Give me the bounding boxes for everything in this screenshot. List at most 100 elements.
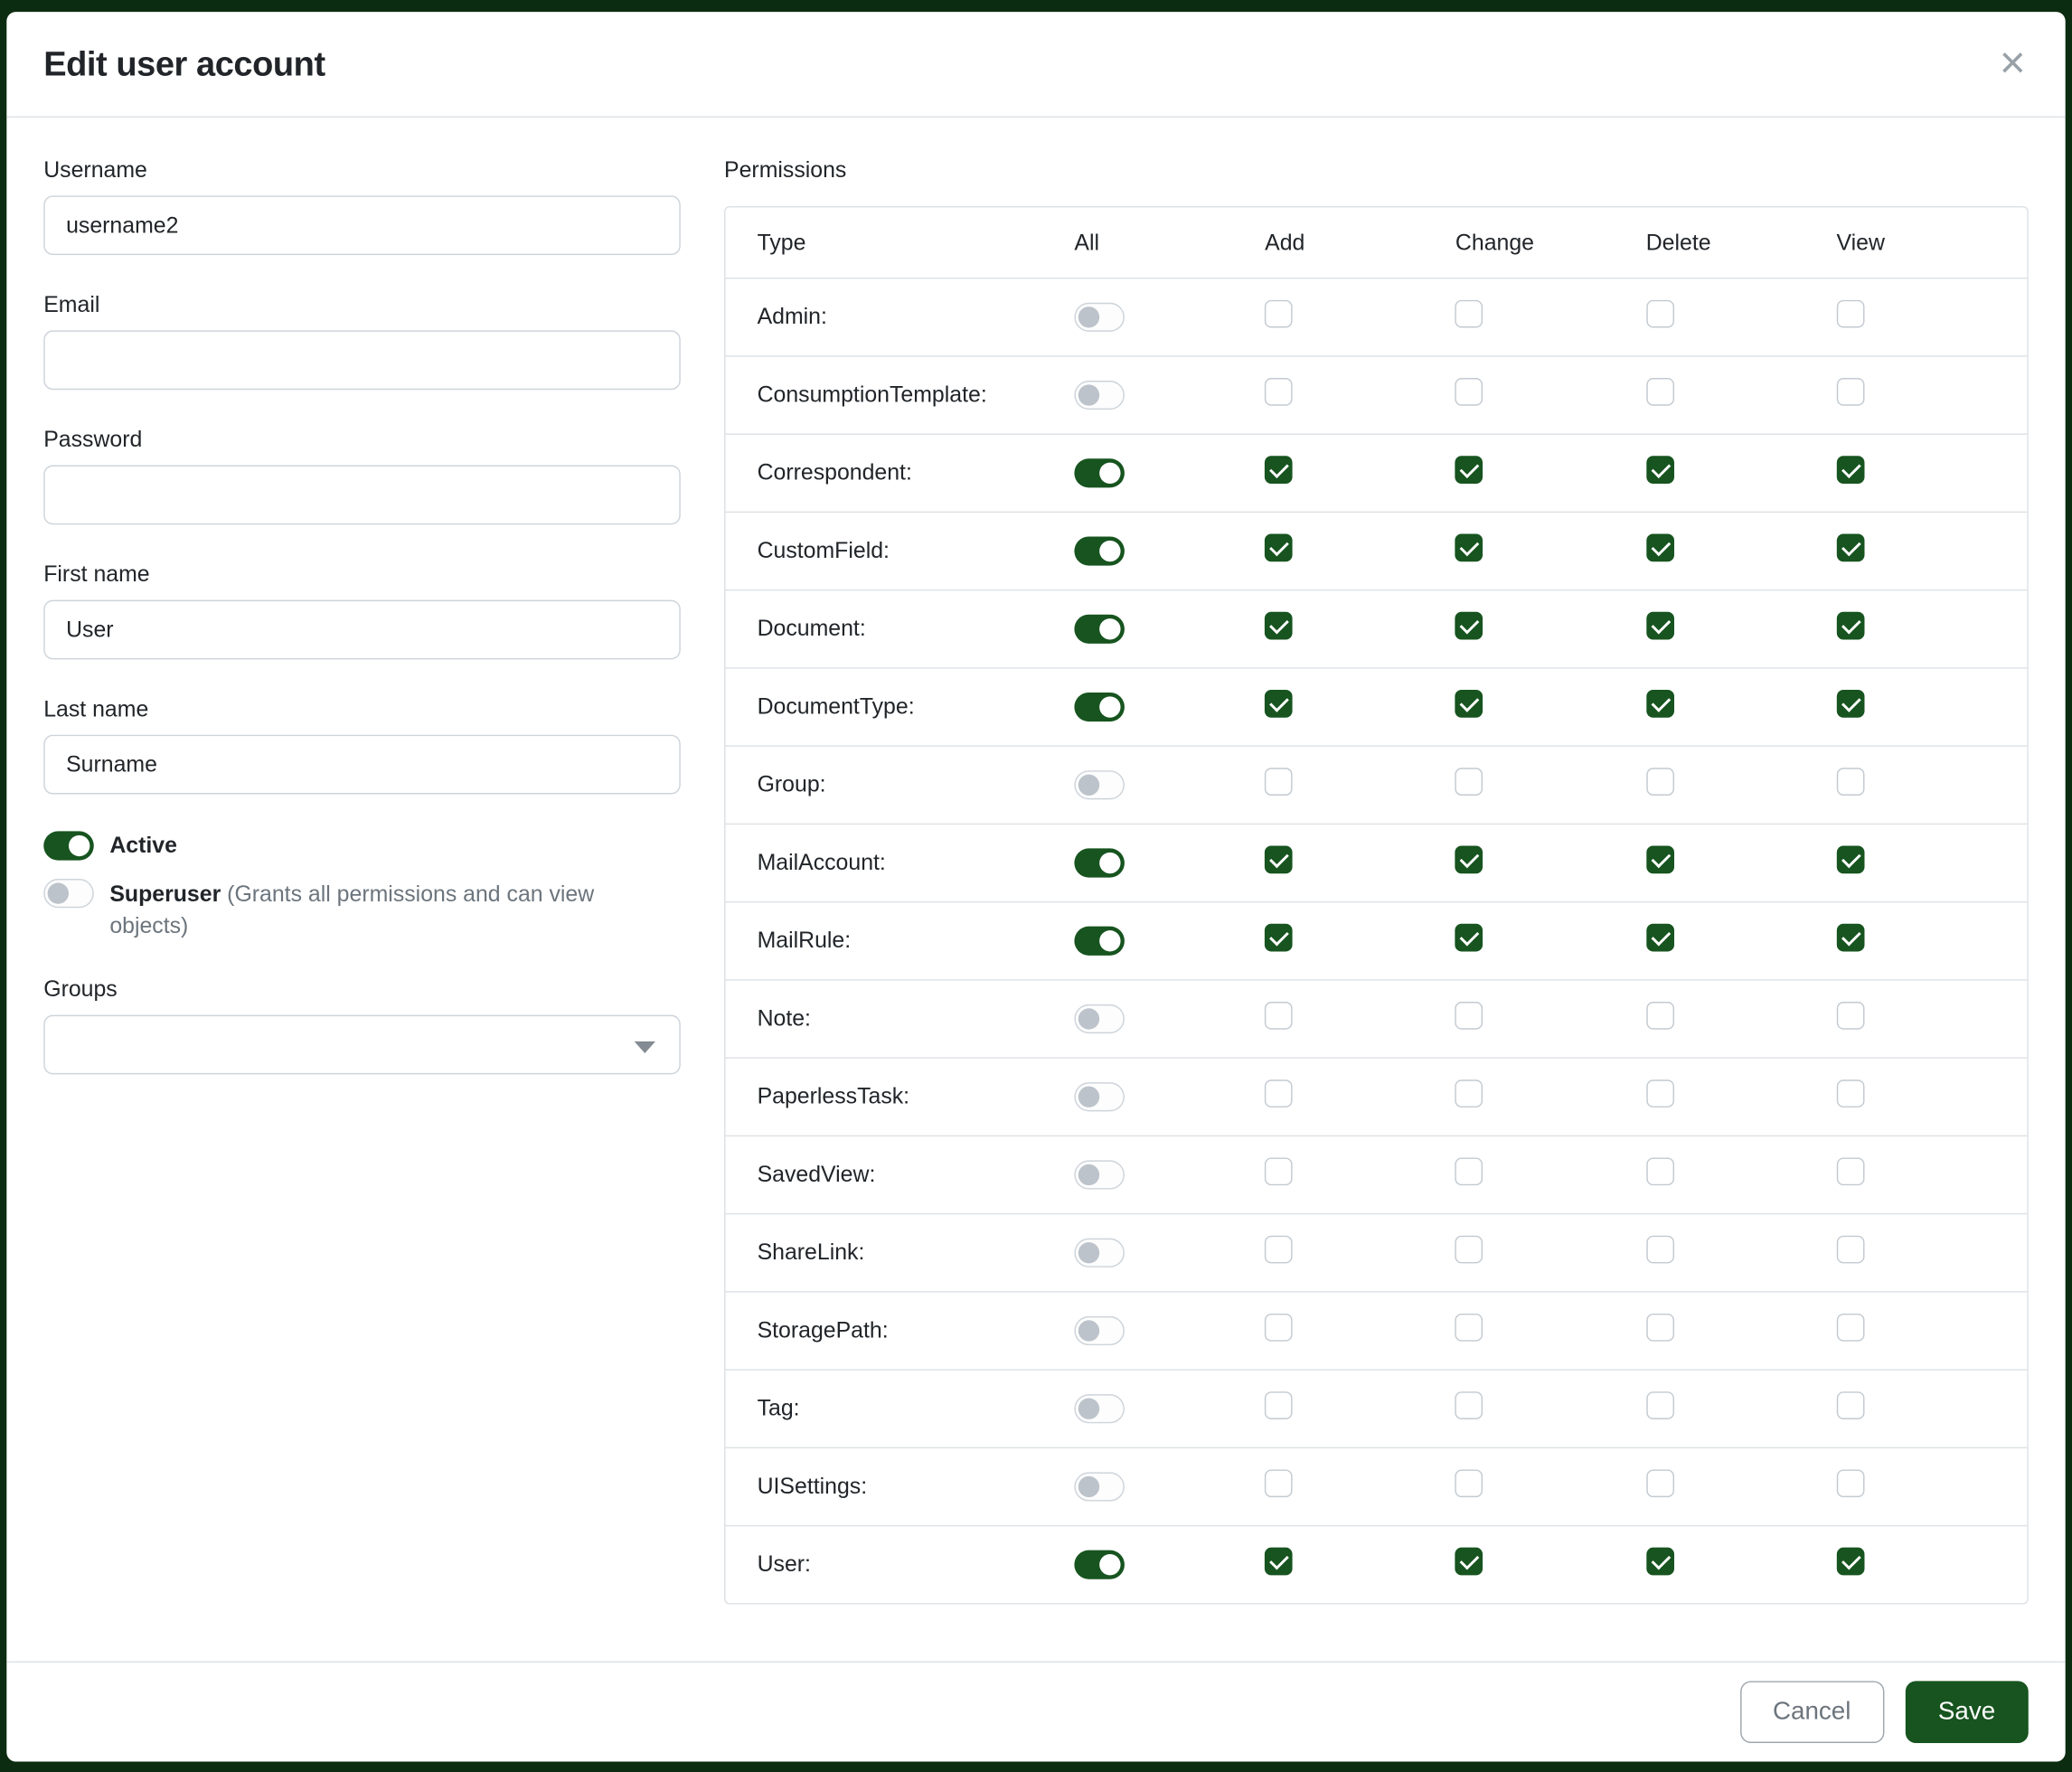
permission-delete-checkbox[interactable] [1646, 1548, 1674, 1576]
permission-add-checkbox[interactable] [1265, 846, 1293, 874]
permission-add-checkbox[interactable] [1265, 1236, 1293, 1264]
permission-delete-checkbox[interactable] [1646, 768, 1674, 796]
permission-view-checkbox[interactable] [1837, 768, 1865, 796]
permission-delete-checkbox[interactable] [1646, 1236, 1674, 1264]
permission-all-toggle[interactable] [1074, 381, 1125, 410]
permission-add-checkbox[interactable] [1265, 1002, 1293, 1030]
permission-delete-checkbox[interactable] [1646, 1469, 1674, 1497]
permission-change-checkbox[interactable] [1455, 612, 1483, 640]
last-name-field[interactable] [43, 735, 681, 795]
permission-change-checkbox[interactable] [1455, 378, 1483, 406]
column-header-delete: Delete [1646, 230, 1837, 256]
first-name-field[interactable] [43, 600, 681, 660]
permission-delete-checkbox[interactable] [1646, 1157, 1674, 1185]
permission-change-checkbox[interactable] [1455, 1314, 1483, 1342]
permission-change-checkbox[interactable] [1455, 1002, 1483, 1030]
permission-all-toggle[interactable] [1074, 1472, 1125, 1501]
permission-view-checkbox[interactable] [1837, 1002, 1865, 1030]
permission-add-checkbox[interactable] [1265, 1079, 1293, 1108]
permission-all-toggle[interactable] [1074, 1004, 1125, 1033]
permission-view-checkbox[interactable] [1837, 300, 1865, 328]
save-button[interactable]: Save [1905, 1681, 2028, 1743]
permission-delete-checkbox[interactable] [1646, 1314, 1674, 1342]
permission-view-checkbox[interactable] [1837, 612, 1865, 640]
permission-change-checkbox[interactable] [1455, 1469, 1483, 1497]
permission-all-toggle[interactable] [1074, 536, 1125, 565]
permission-change-checkbox[interactable] [1455, 690, 1483, 718]
permission-change-checkbox[interactable] [1455, 1548, 1483, 1576]
permission-add-checkbox[interactable] [1265, 612, 1293, 640]
permission-add-checkbox[interactable] [1265, 690, 1293, 718]
permission-delete-checkbox[interactable] [1646, 378, 1674, 406]
permission-view-checkbox[interactable] [1837, 924, 1865, 952]
permission-all-toggle[interactable] [1074, 927, 1125, 956]
permission-all-toggle[interactable] [1074, 1316, 1125, 1345]
active-toggle[interactable] [43, 831, 94, 860]
permission-view-checkbox[interactable] [1837, 846, 1865, 874]
permission-view-checkbox[interactable] [1837, 1548, 1865, 1576]
permission-add-checkbox[interactable] [1265, 1314, 1293, 1342]
permission-all-toggle[interactable] [1074, 1082, 1125, 1111]
permission-add-checkbox[interactable] [1265, 456, 1293, 484]
permission-change-checkbox[interactable] [1455, 1157, 1483, 1185]
permission-add-checkbox[interactable] [1265, 1548, 1293, 1576]
permission-delete-checkbox[interactable] [1646, 690, 1674, 718]
chevron-down-icon [635, 1042, 655, 1053]
permission-delete-checkbox[interactable] [1646, 924, 1674, 952]
password-field[interactable] [43, 466, 681, 525]
permission-add-checkbox[interactable] [1265, 378, 1293, 406]
permission-add-checkbox[interactable] [1265, 534, 1293, 562]
permission-add-checkbox[interactable] [1265, 1157, 1293, 1185]
permission-delete-checkbox[interactable] [1646, 300, 1674, 328]
permission-add-checkbox[interactable] [1265, 768, 1293, 796]
permission-all-toggle[interactable] [1074, 615, 1125, 644]
permission-delete-checkbox[interactable] [1646, 612, 1674, 640]
permission-change-checkbox[interactable] [1455, 846, 1483, 874]
permission-change-checkbox[interactable] [1455, 300, 1483, 328]
permission-view-checkbox[interactable] [1837, 1236, 1865, 1264]
permission-all-toggle[interactable] [1074, 1239, 1125, 1268]
permission-change-checkbox[interactable] [1455, 456, 1483, 484]
close-icon[interactable]: × [1997, 46, 2029, 82]
permission-view-checkbox[interactable] [1837, 690, 1865, 718]
permission-change-checkbox[interactable] [1455, 1391, 1483, 1419]
permission-view-checkbox[interactable] [1837, 1469, 1865, 1497]
permission-change-checkbox[interactable] [1455, 534, 1483, 562]
permission-delete-checkbox[interactable] [1646, 1079, 1674, 1108]
permission-change-checkbox[interactable] [1455, 1079, 1483, 1108]
permission-change-checkbox[interactable] [1455, 924, 1483, 952]
permission-type-label: MailAccount: [725, 850, 1074, 876]
email-field[interactable] [43, 330, 681, 390]
permission-change-checkbox[interactable] [1455, 768, 1483, 796]
username-input[interactable] [43, 195, 681, 255]
permission-add-checkbox[interactable] [1265, 300, 1293, 328]
permission-add-checkbox[interactable] [1265, 924, 1293, 952]
permission-delete-checkbox[interactable] [1646, 456, 1674, 484]
permission-view-checkbox[interactable] [1837, 378, 1865, 406]
permission-change-checkbox[interactable] [1455, 1236, 1483, 1264]
permission-add-checkbox[interactable] [1265, 1391, 1293, 1419]
permission-all-toggle[interactable] [1074, 1394, 1125, 1423]
permission-delete-checkbox[interactable] [1646, 1002, 1674, 1030]
permission-all-toggle[interactable] [1074, 458, 1125, 487]
permission-view-checkbox[interactable] [1837, 1314, 1865, 1342]
permission-all-toggle[interactable] [1074, 1550, 1125, 1579]
permission-all-toggle[interactable] [1074, 693, 1125, 721]
permission-view-checkbox[interactable] [1837, 534, 1865, 562]
groups-select[interactable] [43, 1015, 681, 1075]
permission-all-toggle[interactable] [1074, 770, 1125, 799]
superuser-toggle[interactable] [43, 879, 94, 908]
permission-view-checkbox[interactable] [1837, 1391, 1865, 1419]
permission-delete-checkbox[interactable] [1646, 1391, 1674, 1419]
permission-view-checkbox[interactable] [1837, 456, 1865, 484]
permission-all-toggle[interactable] [1074, 303, 1125, 332]
permission-view-checkbox[interactable] [1837, 1157, 1865, 1185]
cancel-button[interactable]: Cancel [1739, 1681, 1884, 1743]
permission-all-toggle[interactable] [1074, 1160, 1125, 1189]
permission-view-checkbox[interactable] [1837, 1079, 1865, 1108]
permission-all-toggle[interactable] [1074, 848, 1125, 877]
password-label: Password [43, 427, 681, 453]
permission-delete-checkbox[interactable] [1646, 534, 1674, 562]
permission-add-checkbox[interactable] [1265, 1469, 1293, 1497]
permission-delete-checkbox[interactable] [1646, 846, 1674, 874]
